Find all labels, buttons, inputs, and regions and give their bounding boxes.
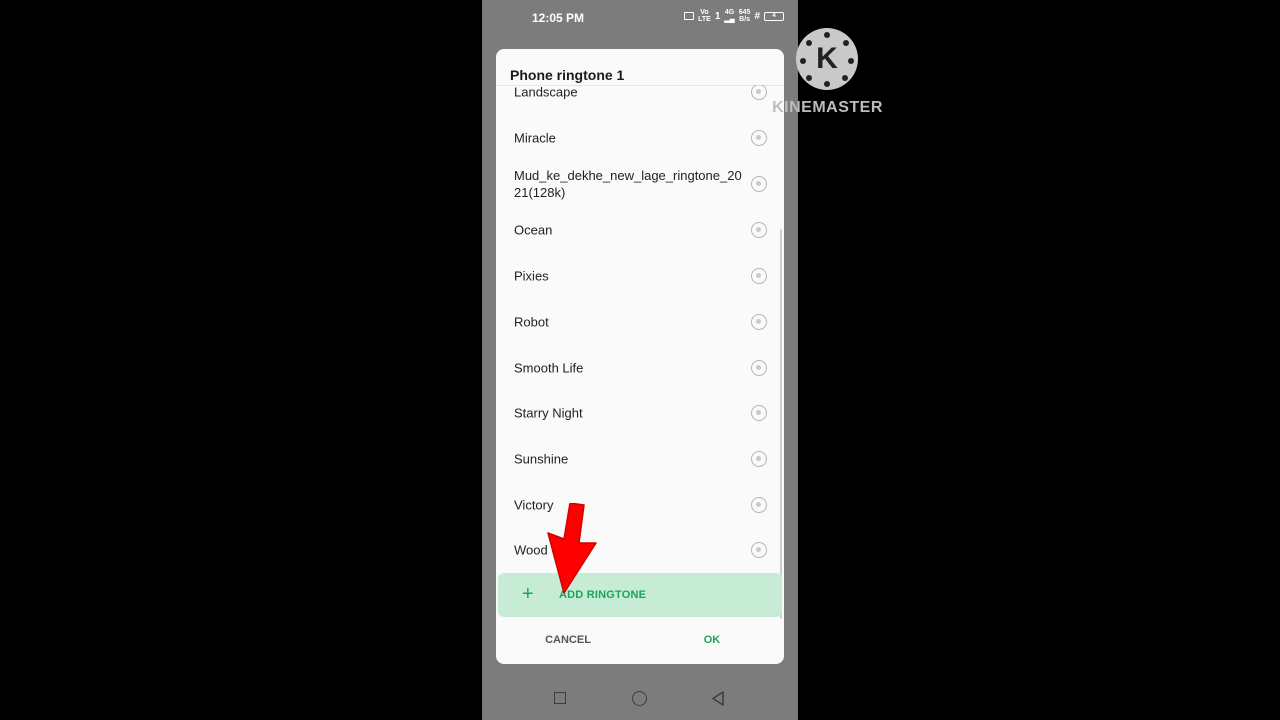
kinemaster-logo: K [796,28,858,90]
radio-button[interactable] [751,268,767,284]
ringtone-item-smooth-life[interactable]: Smooth Life [496,345,784,391]
ringtone-label: Robot [514,314,549,330]
status-time: 12:05 PM [532,11,585,25]
ringtone-dialog: Phone ringtone 1 Landscape Miracle Mud_k… [496,49,784,664]
red-arrow-annotation [547,503,597,594]
ringtone-label: Mud_ke_dekhe_new_lage_ringtone_2021(128k… [514,168,742,200]
ringtone-item-starry-night[interactable]: Starry Night [496,390,784,436]
ringtone-label: Smooth Life [514,360,584,376]
scrollbar[interactable] [780,229,782,619]
ringtone-label: Sunshine [514,451,569,467]
radio-button[interactable] [751,130,767,146]
ringtone-item-mud-ke-dekhe[interactable]: Mud_ke_dekhe_new_lage_ringtone_2021(128k… [496,161,784,207]
radio-button[interactable] [751,405,767,421]
ringtone-list[interactable]: Landscape Miracle Mud_ke_dekhe_new_lage_… [496,85,784,620]
ringtone-label: Ocean [514,222,553,238]
status-icons: Vo LTE 1 4G ▂▄ 645 B/s # 4 [684,9,784,23]
ringtone-label: Landscape [514,85,578,100]
ringtone-item-landscape[interactable]: Landscape [496,85,784,115]
watermark-text: KINEMASTER [772,99,883,116]
navigation-bar [482,680,798,720]
back-icon[interactable] [711,691,725,706]
radio-button[interactable] [751,542,767,558]
ringtone-label: Pixies [514,268,549,284]
ringtone-item-robot[interactable]: Robot [496,299,784,345]
radio-button[interactable] [751,176,767,192]
dialog-title: Phone ringtone 1 [510,67,625,83]
volte-indicator: Vo LTE [698,9,711,23]
radio-button[interactable] [751,85,767,100]
cancel-button[interactable]: CANCEL [526,625,610,655]
plus-icon: + [522,583,534,605]
radio-button[interactable] [751,314,767,330]
ringtone-item-ocean[interactable]: Ocean [496,207,784,253]
ringtone-item-pixies[interactable]: Pixies [496,253,784,299]
ringtone-label: Starry Night [514,405,583,421]
battery-icon: 4 [764,11,784,21]
ringtone-item-sunshine[interactable]: Sunshine [496,436,784,482]
signal-icon: 4G ▂▄ [724,9,735,23]
ringtone-item-wood[interactable]: Wood C [496,527,784,573]
ringtone-item-victory[interactable]: Victory [496,482,784,528]
network-speed: 645 B/s [738,9,751,23]
sim-slot-indicator: 1 [714,10,721,22]
add-ringtone-button[interactable]: + ADD RINGTONE [498,573,782,617]
ringtone-item-miracle[interactable]: Miracle [496,115,784,161]
home-icon[interactable] [632,691,647,706]
status-bar: 12:05 PM Vo LTE 1 4G ▂▄ 645 B/s # 4 [482,0,798,36]
ok-button[interactable]: OK [688,625,736,655]
radio-button[interactable] [751,360,767,376]
cast-icon [684,12,695,20]
wifi-icon: # [754,10,760,22]
recents-icon[interactable] [554,692,566,704]
radio-button[interactable] [751,497,767,513]
phone-screen: 12:05 PM Vo LTE 1 4G ▂▄ 645 B/s # 4 Phon… [482,0,798,720]
radio-button[interactable] [751,451,767,467]
kinemaster-watermark: K KINEMASTER [770,28,885,120]
radio-button[interactable] [751,222,767,238]
ringtone-label: Miracle [514,130,556,146]
